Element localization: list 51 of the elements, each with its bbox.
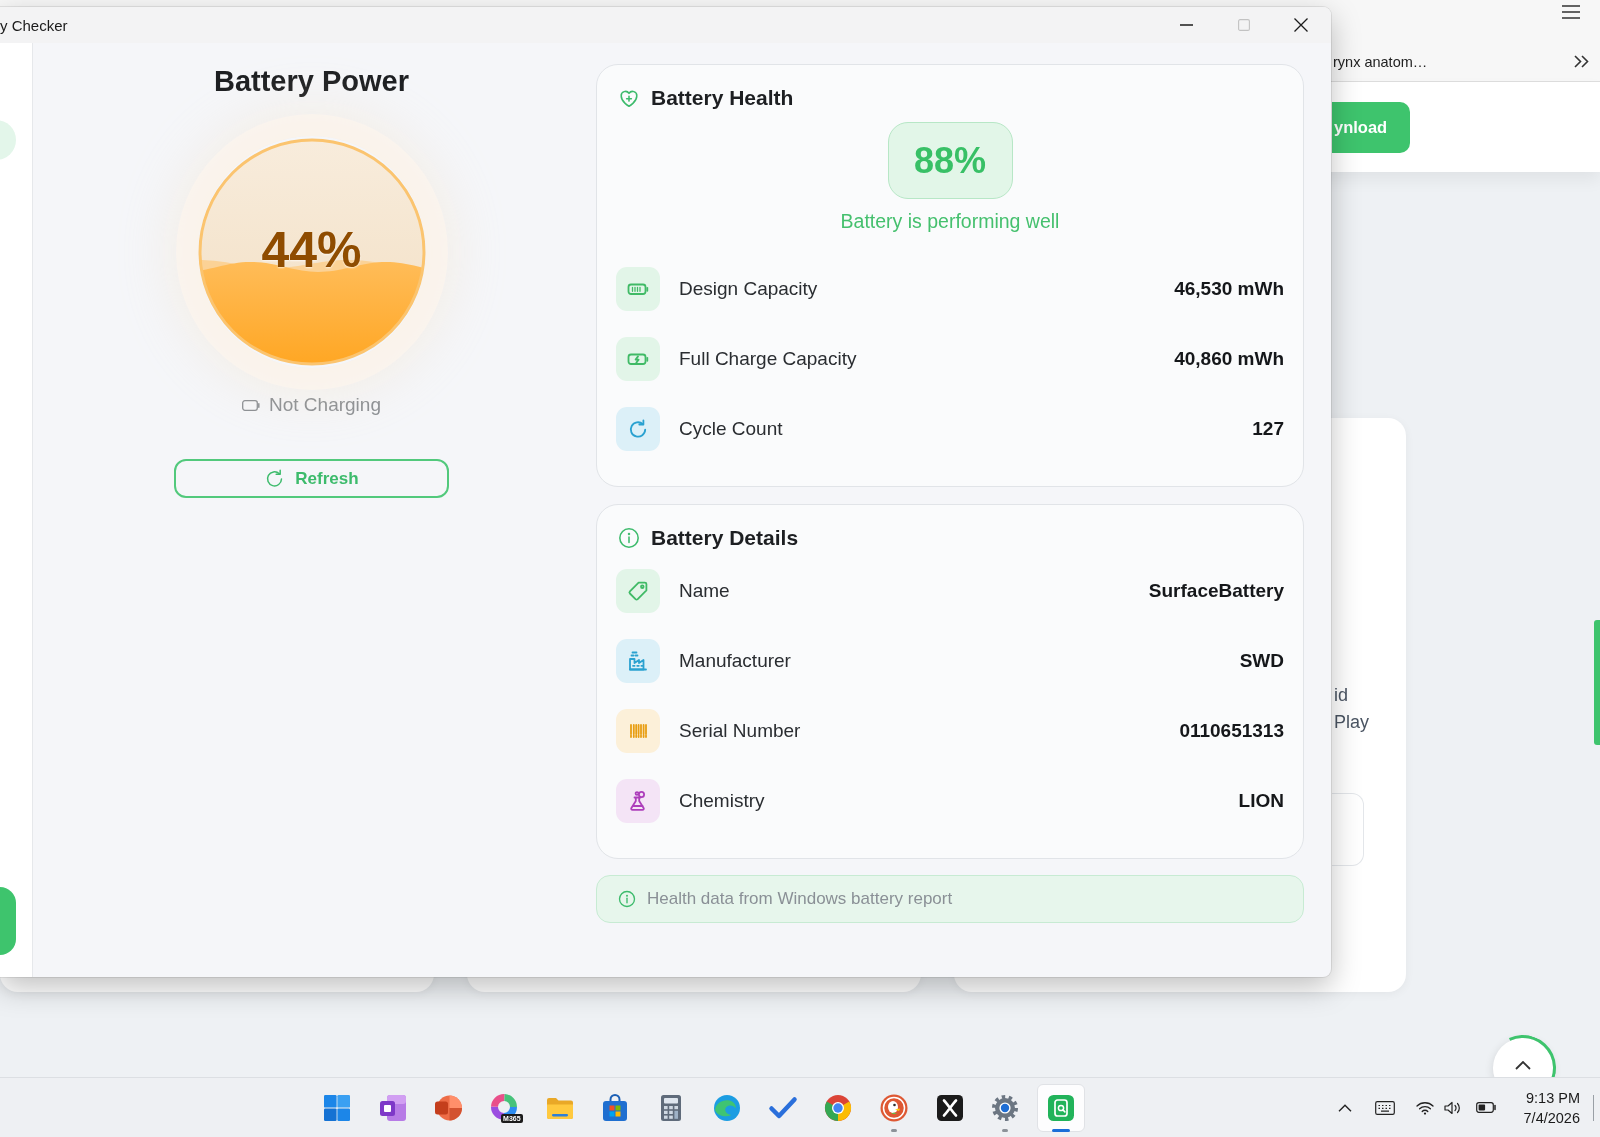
tab-title[interactable]: rynx anatom… — [1333, 53, 1428, 70]
row-label: Cycle Count — [679, 418, 783, 440]
close-icon — [1293, 18, 1308, 32]
health-message: Battery is performing well — [840, 209, 1060, 233]
clock-date: 7/4/2026 — [1523, 1108, 1580, 1128]
swirl-icon[interactable] — [711, 1092, 742, 1123]
row-label: Name — [679, 580, 730, 602]
row-value: 0110651313 — [1179, 720, 1284, 742]
minimize-icon — [1180, 24, 1193, 26]
settings-icon[interactable] — [990, 1092, 1021, 1123]
charging-status: Not Charging — [269, 393, 381, 417]
maximize-icon — [1237, 19, 1250, 31]
clock-time: 9:13 PM — [1526, 1088, 1580, 1108]
battery-percentage: 44% — [261, 225, 362, 275]
panel-title: Battery Power — [214, 64, 409, 99]
row-value: LION — [1238, 790, 1284, 812]
chevron-up-icon[interactable] — [1338, 1103, 1352, 1112]
chevron-up-icon — [1515, 1061, 1531, 1070]
segmented-circle-icon[interactable] — [823, 1092, 854, 1123]
menu-icon[interactable] — [1562, 5, 1580, 19]
four-squares-icon[interactable] — [322, 1092, 352, 1123]
info-icon — [618, 527, 640, 549]
row-label: Manufacturer — [679, 650, 791, 672]
notebook-icon[interactable] — [377, 1092, 408, 1123]
row-label: Design Capacity — [679, 278, 818, 300]
row-value: 127 — [1252, 418, 1284, 440]
window-title: y Checker — [0, 16, 68, 34]
wifi-icon[interactable] — [1416, 1100, 1434, 1115]
row-value: 46,530 mWh — [1174, 278, 1284, 300]
row-value: 40,860 mWh — [1174, 348, 1284, 370]
card-text: Play — [1334, 711, 1369, 734]
search-tile-icon[interactable] — [1045, 1092, 1076, 1123]
info-text: Health data from Windows battery report — [647, 889, 953, 909]
card-title: Battery Health — [651, 86, 794, 110]
double-chevron-icon[interactable] — [1574, 55, 1589, 68]
card-text: id — [1334, 684, 1348, 707]
row-label: Full Charge Capacity — [679, 348, 857, 370]
row-value: SurfaceBattery — [1148, 580, 1284, 602]
row-label: Chemistry — [679, 790, 765, 812]
row-label: Serial Number — [679, 720, 801, 742]
keyboard-icon[interactable] — [1375, 1100, 1395, 1115]
speaker-icon[interactable] — [1444, 1100, 1462, 1115]
battery-icon — [242, 399, 260, 411]
info-icon — [618, 890, 636, 908]
card-title: Battery Details — [651, 526, 799, 550]
battery-icon[interactable] — [1476, 1102, 1496, 1113]
row-value: SWD — [1239, 650, 1284, 672]
scrollbar-thumb[interactable] — [1594, 620, 1600, 745]
duck-icon[interactable] — [878, 1092, 909, 1123]
health-score: 88% — [887, 122, 1013, 199]
cross-tile-icon[interactable] — [934, 1092, 965, 1123]
